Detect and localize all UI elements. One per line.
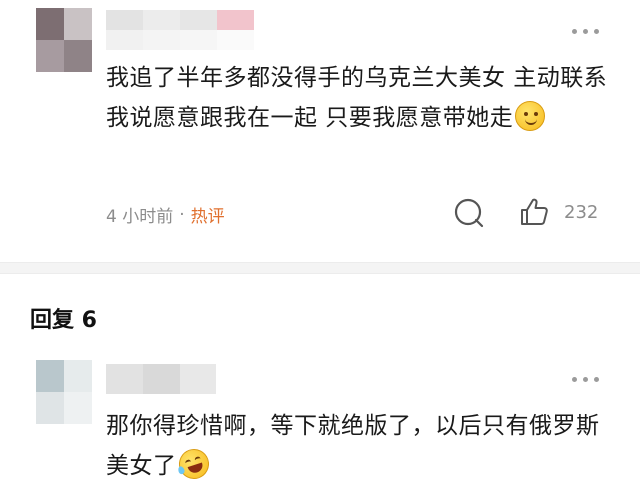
avatar[interactable] xyxy=(36,8,92,72)
like-button[interactable]: 232 xyxy=(518,196,598,228)
like-icon xyxy=(521,198,548,225)
section-divider xyxy=(0,262,640,274)
meta-separator: · xyxy=(179,204,185,225)
smile-emoji xyxy=(515,101,546,131)
laughing-tears-emoji xyxy=(174,445,213,483)
comment-icon xyxy=(454,198,484,228)
reply-heading: 回复 6 xyxy=(30,308,97,333)
hot-comment-badge: 热评 xyxy=(190,207,225,227)
timestamp: 4 小时前 xyxy=(106,207,174,227)
username-redacted[interactable] xyxy=(106,10,254,50)
reply-button[interactable] xyxy=(452,196,488,230)
comment-text: 那你得珍惜啊，等下就绝版了，以后只有俄罗斯美女了 xyxy=(106,406,611,486)
comment-text: 我追了半年多都没得手的乌克兰大美女 主动联系我说愿意跟我在一起 只要我愿意带她走 xyxy=(106,58,611,138)
like-count: 232 xyxy=(564,201,599,223)
more-icon[interactable] xyxy=(572,26,606,36)
more-icon[interactable] xyxy=(572,374,606,384)
comment-meta: 4 小时前 · 热评 xyxy=(106,202,225,228)
avatar[interactable] xyxy=(36,360,92,424)
username-redacted[interactable] xyxy=(106,364,216,394)
